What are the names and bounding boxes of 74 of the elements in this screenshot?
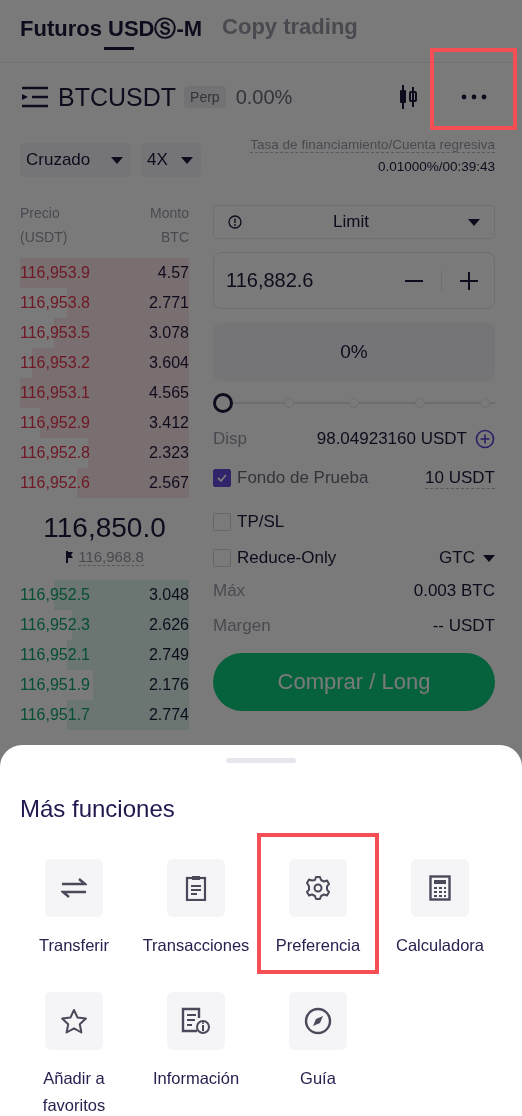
ask-amount: 3.078 — [148, 324, 189, 342]
flag-icon — [65, 551, 76, 563]
perp-badge: Perp — [184, 86, 226, 108]
stat-value: 0.003 BTC — [413, 580, 495, 601]
document-info-icon — [181, 1007, 211, 1035]
calculator-icon — [429, 875, 451, 901]
function-item[interactable]: Preferencia — [257, 833, 379, 974]
sheet-title: Más funciones — [19, 794, 176, 823]
more-icon — [460, 94, 487, 100]
add-icon[interactable] — [475, 429, 495, 449]
symbol-name[interactable]: BTCUSDT — [58, 82, 177, 112]
caret-icon — [181, 156, 193, 164]
ask-price[interactable]: 116,952.9 — [20, 414, 90, 432]
candlestick-icon[interactable] — [398, 84, 418, 110]
bid-price[interactable]: 116,952.1 — [20, 646, 90, 664]
ask-price[interactable]: 116,952.8 — [20, 444, 90, 462]
compass-icon — [304, 1007, 332, 1035]
available-value: 98.04923160 USDT — [316, 429, 467, 449]
function-item[interactable]: Guía — [257, 988, 379, 1116]
ask-price[interactable]: 116,953.1 — [20, 384, 90, 402]
bid-price[interactable]: 116,952.3 — [20, 616, 90, 634]
test-fund-value[interactable]: 10 USDT — [425, 467, 495, 489]
ask-price[interactable]: 116,953.9 — [20, 264, 90, 282]
ask-amount: 2.323 — [148, 444, 189, 462]
arrows-icon — [61, 877, 87, 899]
caret-icon — [111, 156, 123, 164]
time-in-force-select[interactable]: GTC — [439, 548, 495, 568]
caret-icon — [468, 218, 480, 226]
info-icon — [228, 215, 242, 229]
option-label[interactable]: TP/SL — [237, 512, 285, 532]
ask-price[interactable]: 116,952.6 — [20, 474, 90, 492]
star-icon — [60, 1008, 88, 1034]
slider-thumb[interactable] — [213, 393, 233, 413]
option-label[interactable]: Reduce-Only — [237, 548, 337, 568]
stat-value: -- USDT — [432, 615, 495, 636]
function-item[interactable]: Información — [135, 988, 257, 1116]
function-item[interactable]: Transferir — [13, 833, 135, 974]
ask-price[interactable]: 116,953.5 — [20, 324, 90, 342]
margin-mode-select[interactable]: Cruzado — [20, 143, 131, 177]
bid-amount: 2.176 — [148, 676, 189, 694]
plus-icon[interactable] — [460, 271, 478, 290]
ask-amount: 3.604 — [148, 354, 189, 372]
bid-price[interactable]: 116,951.7 — [20, 706, 90, 724]
price-field[interactable]: 116,882.6 — [213, 252, 495, 309]
leverage-select[interactable]: 4X — [141, 143, 201, 177]
function-item[interactable]: Calculadora — [379, 833, 501, 974]
bid-amount: 3.048 — [148, 586, 189, 604]
bid-amount: 2.749 — [148, 646, 189, 664]
bid-amount: 2.774 — [148, 706, 189, 724]
ask-amount: 4.57 — [157, 264, 189, 282]
option-label[interactable]: Fondo de Prueba — [237, 468, 369, 488]
ask-price[interactable]: 116,953.2 — [20, 354, 90, 372]
last-price: 116,850.0 — [42, 511, 167, 545]
ask-amount: 4.565 — [148, 384, 189, 402]
sheet-handle[interactable] — [226, 758, 296, 763]
check-icon — [216, 472, 228, 484]
caret-icon — [483, 554, 495, 562]
ask-price[interactable]: 116,953.8 — [20, 294, 90, 312]
bid-price[interactable]: 116,951.9 — [20, 676, 90, 694]
function-item[interactable]: Transacciones — [135, 833, 257, 974]
order-type-select[interactable]: Limit — [213, 205, 495, 239]
clipboard-icon — [185, 875, 207, 901]
menu-icon[interactable] — [20, 86, 50, 108]
function-item[interactable]: Añadir a favoritos — [13, 988, 135, 1116]
checkbox[interactable] — [213, 469, 231, 487]
price-change: 0.00% — [235, 85, 293, 109]
settings-icon — [305, 875, 331, 901]
ask-amount: 2.567 — [148, 474, 189, 492]
funding-value: 0.01000%/00:39:43 — [377, 159, 495, 174]
amount-field[interactable]: 0% — [213, 323, 495, 381]
bid-amount: 2.626 — [148, 616, 189, 634]
tab[interactable]: Futuros USDⓈ-M — [20, 14, 203, 50]
ask-amount: 3.412 — [148, 414, 189, 432]
ask-amount: 2.771 — [148, 294, 189, 312]
